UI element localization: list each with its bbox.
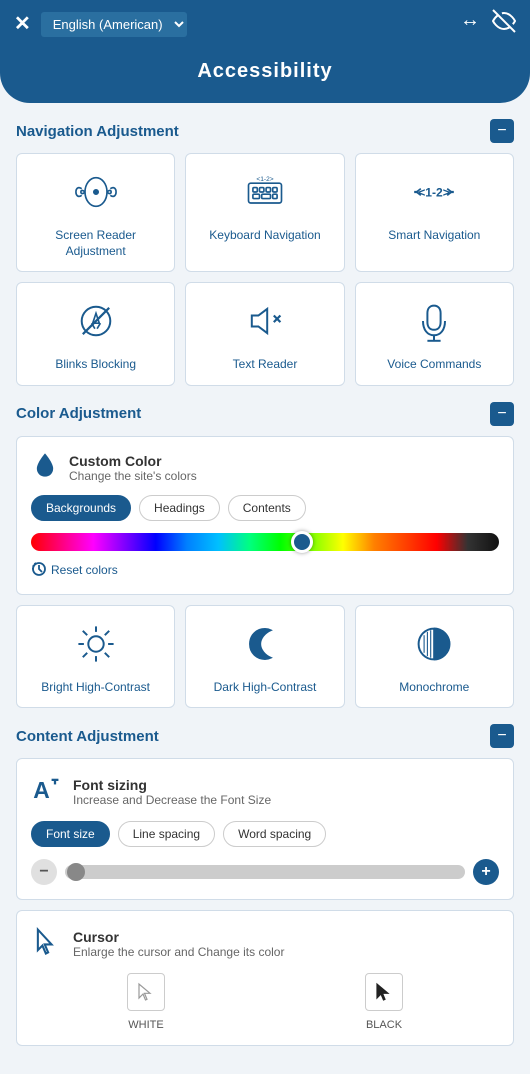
tab-word-spacing[interactable]: Word spacing	[223, 821, 326, 847]
tab-font-size[interactable]: Font size	[31, 821, 110, 847]
monochrome-card[interactable]: Monochrome	[355, 605, 514, 709]
font-size-slider-control: − +	[31, 859, 499, 885]
cursor-header: Cursor Enlarge the cursor and Change its…	[31, 925, 499, 963]
color-section: Color Adjustment − Custom Color Change t…	[16, 402, 514, 709]
voice-commands-label: Voice Commands	[387, 357, 481, 373]
custom-color-header: Custom Color Change the site's colors	[31, 451, 499, 485]
bright-high-contrast-label: Bright High-Contrast	[41, 680, 150, 696]
reset-icon	[31, 561, 47, 580]
keyboard-nav-label: Keyboard Navigation	[209, 228, 320, 244]
navigation-section-title: Navigation Adjustment	[16, 123, 179, 140]
color-tab-group: Backgrounds Headings Contents	[31, 495, 499, 521]
color-section-title: Color Adjustment	[16, 405, 141, 422]
dark-high-contrast-icon	[243, 622, 287, 672]
font-sizing-title: Font sizing	[73, 777, 271, 793]
cursor-icon	[31, 925, 63, 963]
font-sizing-icon: A	[31, 773, 63, 811]
top-bar: ✕ English (American) ↔	[0, 0, 530, 48]
font-size-track[interactable]	[65, 865, 465, 879]
custom-color-panel: Custom Color Change the site's colors Ba…	[16, 436, 514, 595]
font-sizing-subtitle: Increase and Decrease the Font Size	[73, 793, 271, 807]
cursor-subtitle: Enlarge the cursor and Change its color	[73, 945, 284, 959]
tab-headings[interactable]: Headings	[139, 495, 220, 521]
font-size-knob	[67, 863, 85, 881]
tab-contents[interactable]: Contents	[228, 495, 306, 521]
blinks-blocking-icon	[74, 299, 118, 349]
text-reader-card[interactable]: Text Reader	[185, 282, 344, 386]
cursor-white-opt[interactable]	[127, 973, 165, 1011]
screen-reader-label: Screen ReaderAdjustment	[55, 228, 136, 259]
svg-text:<1-2>: <1-2>	[419, 185, 451, 199]
slider-thumb	[291, 531, 313, 553]
expand-icon[interactable]: ↔	[460, 9, 480, 39]
svg-text:A: A	[33, 778, 50, 804]
bright-high-contrast-icon	[74, 622, 118, 672]
screen-reader-icon	[74, 170, 118, 220]
keyboard-nav-card[interactable]: <1-2> Keyboard Navigation	[185, 153, 344, 272]
monochrome-icon	[412, 622, 456, 672]
color-mode-grid: Bright High-Contrast Dark High-Contrast	[16, 605, 514, 709]
cursor-black-opt[interactable]	[365, 973, 403, 1011]
dark-high-contrast-card[interactable]: Dark High-Contrast	[185, 605, 344, 709]
eye-icon[interactable]	[492, 9, 516, 39]
navigation-section-header: Navigation Adjustment −	[16, 119, 514, 143]
color-slider-container	[31, 533, 499, 551]
voice-commands-icon	[412, 299, 456, 349]
color-slider[interactable]	[31, 533, 499, 551]
title-banner: Accessibility	[0, 48, 530, 103]
top-bar-left: ✕ English (American)	[14, 12, 187, 37]
blinks-blocking-card[interactable]: Blinks Blocking	[16, 282, 175, 386]
content-section-header: Content Adjustment −	[16, 724, 514, 748]
font-size-increase-btn[interactable]: +	[473, 859, 499, 885]
bright-high-contrast-card[interactable]: Bright High-Contrast	[16, 605, 175, 709]
smart-nav-card[interactable]: <1-2> Smart Navigation	[355, 153, 514, 272]
font-sizing-header: A Font sizing Increase and Decrease the …	[31, 773, 499, 811]
font-sizing-panel: A Font sizing Increase and Decrease the …	[16, 758, 514, 900]
dark-high-contrast-label: Dark High-Contrast	[214, 680, 317, 696]
monochrome-label: Monochrome	[399, 680, 469, 696]
custom-color-text: Custom Color Change the site's colors	[69, 453, 197, 483]
text-reader-label: Text Reader	[233, 357, 298, 373]
close-button[interactable]: ✕	[14, 14, 31, 34]
color-collapse-btn[interactable]: −	[490, 402, 514, 426]
navigation-feature-grid: Screen ReaderAdjustment <1-2>	[16, 153, 514, 386]
font-size-decrease-btn[interactable]: −	[31, 859, 57, 885]
top-bar-right: ↔	[460, 9, 516, 39]
cursor-white-label: WHITE	[128, 1019, 163, 1031]
content-section: Content Adjustment − A Font sizing Incre…	[16, 724, 514, 1046]
tab-backgrounds[interactable]: Backgrounds	[31, 495, 131, 521]
custom-color-subtitle: Change the site's colors	[69, 469, 197, 483]
smart-nav-icon: <1-2>	[412, 170, 456, 220]
reset-colors-btn[interactable]: Reset colors	[31, 561, 118, 580]
page-title: Accessibility	[20, 60, 510, 83]
cursor-text: Cursor Enlarge the cursor and Change its…	[73, 929, 284, 959]
voice-commands-card[interactable]: Voice Commands	[355, 282, 514, 386]
svg-text:<1-2>: <1-2>	[256, 176, 273, 183]
cursor-title: Cursor	[73, 929, 284, 945]
main-content: Navigation Adjustment − Screen	[0, 107, 530, 1074]
color-section-header: Color Adjustment −	[16, 402, 514, 426]
water-drop-icon	[31, 451, 59, 485]
content-collapse-btn[interactable]: −	[490, 724, 514, 748]
navigation-section: Navigation Adjustment − Screen	[16, 119, 514, 386]
reset-colors-label: Reset colors	[51, 563, 118, 577]
custom-color-title: Custom Color	[69, 453, 197, 469]
content-section-title: Content Adjustment	[16, 728, 159, 745]
cursor-panel: Cursor Enlarge the cursor and Change its…	[16, 910, 514, 1046]
keyboard-nav-icon: <1-2>	[243, 170, 287, 220]
tab-line-spacing[interactable]: Line spacing	[118, 821, 215, 847]
cursor-black-label: BLACK	[366, 1019, 402, 1031]
screen-reader-card[interactable]: Screen ReaderAdjustment	[16, 153, 175, 272]
font-size-tab-group: Font size Line spacing Word spacing	[31, 821, 499, 847]
font-sizing-text: Font sizing Increase and Decrease the Fo…	[73, 777, 271, 807]
smart-nav-label: Smart Navigation	[388, 228, 480, 244]
text-reader-icon	[243, 299, 287, 349]
language-select[interactable]: English (American)	[41, 12, 187, 37]
cursor-options: WHITE BLACK	[31, 973, 499, 1031]
navigation-collapse-btn[interactable]: −	[490, 119, 514, 143]
blinks-blocking-label: Blinks Blocking	[55, 357, 136, 373]
